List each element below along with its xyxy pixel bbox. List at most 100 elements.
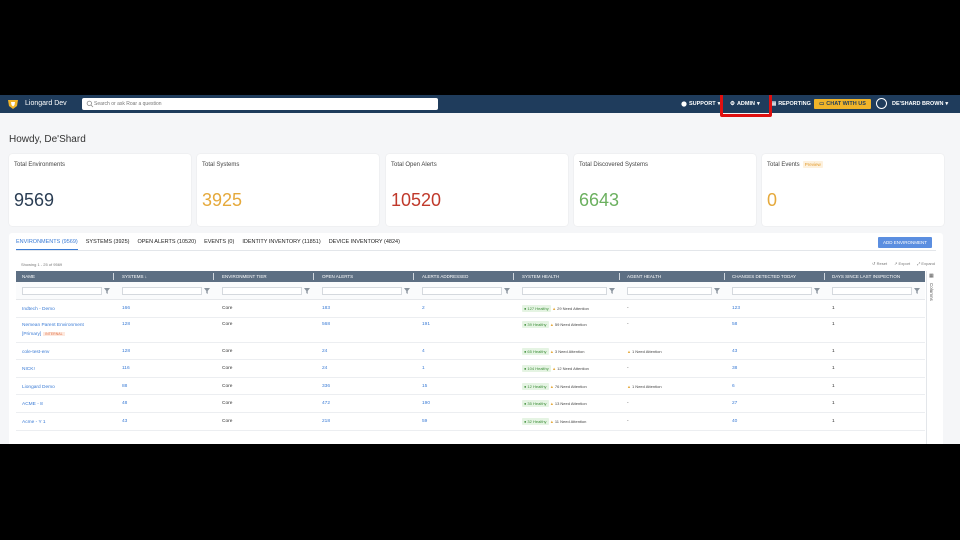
column-header-name[interactable]: NAME xyxy=(22,274,35,279)
reporting-link[interactable]: ▤ REPORTING xyxy=(771,99,811,109)
tab-events[interactable]: EVENTS (0) xyxy=(204,239,234,250)
environment-name-link[interactable]: cole-test-env xyxy=(22,349,104,357)
alerts-addressed-link[interactable]: 2 xyxy=(422,306,425,311)
column-header-open-alerts[interactable]: OPEN ALERTS xyxy=(322,274,353,279)
filter-input-agent-health[interactable] xyxy=(627,287,712,295)
changes-detected-link[interactable]: 38 xyxy=(732,366,737,371)
systems-count-link[interactable]: 166 xyxy=(122,306,130,311)
filter-input-tier[interactable] xyxy=(222,287,302,295)
reset-button[interactable]: ↺ Reset xyxy=(872,261,887,266)
column-header-agent-health[interactable]: AGENT HEALTH xyxy=(627,274,661,279)
column-header-systems[interactable]: SYSTEMS ↓ xyxy=(122,274,147,279)
column-resize-handle[interactable] xyxy=(113,273,114,280)
filter-input-systems[interactable] xyxy=(122,287,202,295)
column-resize-handle[interactable] xyxy=(513,273,514,280)
agent-attention-badge[interactable]: ▲ 1 Need Attention xyxy=(627,349,662,354)
expand-button[interactable]: ⤢ Expand xyxy=(917,261,935,266)
filter-icon[interactable] xyxy=(914,288,920,294)
agent-attention-badge[interactable]: ▲ 1 Need Attention xyxy=(627,384,662,389)
changes-detected-link[interactable]: 6 xyxy=(732,384,735,389)
healthy-badge[interactable]: ● 32 Healthy xyxy=(522,418,549,425)
tab-environments[interactable]: ENVIRONMENTS (9569) xyxy=(16,239,78,250)
open-alerts-link[interactable]: 336 xyxy=(322,384,330,389)
stat-card-systems[interactable]: Total Systems 3925 xyxy=(197,154,379,226)
healthy-badge[interactable]: ● 65 Healthy xyxy=(522,348,549,355)
column-resize-handle[interactable] xyxy=(313,273,314,280)
liongard-logo-icon[interactable] xyxy=(7,98,19,110)
alerts-addressed-link[interactable]: 190 xyxy=(422,401,430,406)
chat-with-us-button[interactable]: ▭ CHAT WITH US xyxy=(814,99,871,109)
column-header-system-health[interactable]: SYSTEM HEALTH xyxy=(522,274,559,279)
open-alerts-link[interactable]: 24 xyxy=(322,349,327,354)
tab-systems[interactable]: SYSTEMS (3925) xyxy=(86,239,130,250)
systems-count-link[interactable]: 116 xyxy=(122,366,130,371)
systems-count-link[interactable]: 48 xyxy=(122,401,127,406)
open-alerts-link[interactable]: 218 xyxy=(322,419,330,424)
column-resize-handle[interactable] xyxy=(213,273,214,280)
healthy-badge[interactable]: ● 35 Healthy xyxy=(522,400,549,407)
export-button[interactable]: ↗ Export xyxy=(894,261,910,266)
open-alerts-link[interactable]: 24 xyxy=(322,366,327,371)
environment-name-link[interactable]: Indtech - Demo xyxy=(22,306,104,314)
table-row[interactable]: cole-test-env 128 Core 24 4 ● 65 Healthy ▲ 3 Ne… xyxy=(16,343,925,360)
systems-count-link[interactable]: 128 xyxy=(122,322,130,327)
environment-name-link[interactable]: ACME - 8 xyxy=(22,401,104,409)
filter-icon[interactable] xyxy=(204,288,210,294)
avatar[interactable] xyxy=(876,98,887,109)
column-resize-handle[interactable] xyxy=(413,273,414,280)
filter-icon[interactable] xyxy=(304,288,310,294)
table-row[interactable]: Liongard Demo 88 Core 336 15 ● 12 Healthy ▲ 76 … xyxy=(16,378,925,395)
changes-detected-link[interactable]: 123 xyxy=(732,306,740,311)
filter-icon[interactable] xyxy=(714,288,720,294)
column-header-days-since[interactable]: DAYS SINCE LAST INSPECTION xyxy=(832,274,900,279)
filter-icon[interactable] xyxy=(504,288,510,294)
attention-badge[interactable]: ▲ 12 Need Attention xyxy=(552,366,589,371)
filter-icon[interactable] xyxy=(404,288,410,294)
column-resize-handle[interactable] xyxy=(724,273,725,280)
filter-input-name[interactable] xyxy=(22,287,102,295)
environment-name-link[interactable]: Acme - Y 1 xyxy=(22,419,104,427)
environment-name-link[interactable]: Nemean Parent Environment [Primary] INTER… xyxy=(22,322,104,339)
systems-count-link[interactable]: 128 xyxy=(122,349,130,354)
table-row[interactable]: NICK! 116 Core 24 1 ● 104 Healthy ▲ 12 Need Att… xyxy=(16,360,925,378)
filter-input-days-since[interactable] xyxy=(832,287,912,295)
column-resize-handle[interactable] xyxy=(824,273,825,280)
filter-icon[interactable] xyxy=(104,288,110,294)
changes-detected-link[interactable]: 27 xyxy=(732,401,737,406)
filter-input-open-alerts[interactable] xyxy=(322,287,402,295)
attention-badge[interactable]: ▲ 11 Need Attention xyxy=(550,419,586,424)
user-menu[interactable]: DE'SHARD BROWN ▾ xyxy=(892,99,948,109)
column-header-alerts-addressed[interactable]: ALERTS ADDRESSED xyxy=(422,274,468,279)
healthy-badge[interactable]: ● 39 Healthy xyxy=(522,321,549,328)
stat-card-environments[interactable]: Total Environments 9569 xyxy=(9,154,191,226)
column-header-tier[interactable]: ENVIRONMENT TIER xyxy=(222,274,267,279)
support-menu[interactable]: SUPPORT ▾ xyxy=(681,99,720,109)
table-row[interactable]: Indtech - Demo 166 Core 183 2 ● 127 Healthy ▲ 2… xyxy=(16,300,925,318)
alerts-addressed-link[interactable]: 59 xyxy=(422,419,427,424)
open-alerts-link[interactable]: 183 xyxy=(322,306,330,311)
systems-count-link[interactable]: 88 xyxy=(122,384,127,389)
filter-icon[interactable] xyxy=(609,288,615,294)
alerts-addressed-link[interactable]: 1 xyxy=(422,366,425,371)
attention-badge[interactable]: ▲ 59 Need Attention xyxy=(550,322,587,327)
healthy-badge[interactable]: ● 127 Healthy xyxy=(522,305,551,312)
open-alerts-link[interactable]: 568 xyxy=(322,322,330,327)
filter-input-alerts-addressed[interactable] xyxy=(422,287,502,295)
search-input[interactable] xyxy=(94,98,424,110)
app-title[interactable]: Liongard Dev xyxy=(25,100,67,107)
attention-badge[interactable]: ▲ 3 Need Attention xyxy=(550,349,585,354)
alerts-addressed-link[interactable]: 15 xyxy=(422,384,427,389)
open-alerts-link[interactable]: 472 xyxy=(322,401,330,406)
stat-card-events[interactable]: Total Events Preview 0 xyxy=(762,154,944,226)
table-row[interactable]: ACME - 8 48 Core 472 190 ● 35 Healthy ▲ 13 Need… xyxy=(16,395,925,413)
healthy-badge[interactable]: ● 104 Healthy xyxy=(522,365,551,372)
alerts-addressed-link[interactable]: 191 xyxy=(422,322,430,327)
changes-detected-link[interactable]: 43 xyxy=(732,349,737,354)
filter-icon[interactable] xyxy=(814,288,820,294)
attention-badge[interactable]: ▲ 13 Need Attention xyxy=(550,401,587,406)
tab-open-alerts[interactable]: OPEN ALERTS (10520) xyxy=(137,239,196,250)
add-environment-button[interactable]: ADD ENVIRONMENT xyxy=(878,237,932,248)
columns-side-panel[interactable]: ▦ Columns xyxy=(926,271,936,444)
filter-input-changes[interactable] xyxy=(732,287,812,295)
changes-detected-link[interactable]: 40 xyxy=(732,419,737,424)
